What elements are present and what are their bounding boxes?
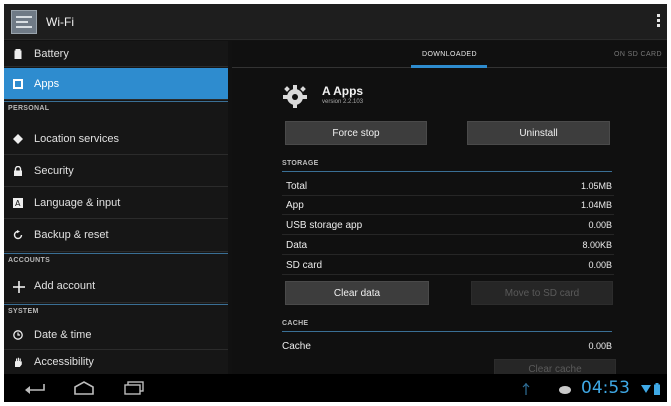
tab-on-sd-card[interactable]: ON SD CARD [614, 51, 662, 58]
section-header-system: SYSTEM [8, 308, 39, 315]
lock-icon [14, 166, 22, 176]
settings-app-icon[interactable] [11, 10, 37, 34]
wifi-icon [641, 385, 651, 393]
move-to-sd-card-button[interactable]: Move to SD card [471, 281, 613, 305]
android-debug-icon [559, 386, 571, 394]
battery-status-icon [654, 383, 660, 395]
back-icon[interactable] [24, 381, 46, 395]
hand-icon [15, 357, 22, 367]
app-version: version 2.2.103 [322, 99, 364, 105]
usb-icon [522, 383, 530, 395]
clock-icon [13, 330, 23, 340]
app-name: A Apps [322, 84, 364, 98]
tab-downloaded[interactable]: DOWNLOADED [422, 51, 477, 58]
overflow-menu-icon[interactable] [655, 14, 661, 30]
app-info-panel: DOWNLOADED ON SD CARD A Apps version 2.2… [232, 41, 667, 379]
cache-row: Cache 0.00B [282, 341, 612, 352]
recent-apps-icon[interactable] [123, 381, 145, 395]
apps-icon [13, 79, 23, 89]
tablet-screen: Wi-Fi Battery Apps PERSONAL Location ser… [4, 4, 667, 402]
sidebar-item-label: Backup & reset [34, 229, 109, 241]
sidebar-item-label: Security [34, 165, 74, 177]
force-stop-button[interactable]: Force stop [285, 121, 427, 145]
sidebar-item-location[interactable]: Location services [4, 124, 228, 155]
sidebar-item-label: Apps [34, 78, 60, 90]
sidebar-item-add-account[interactable]: Add account [4, 271, 228, 303]
system-nav-bar: 04:53 [4, 374, 667, 402]
sidebar-item-apps[interactable]: Apps [4, 68, 228, 100]
action-bar: Wi-Fi [4, 4, 667, 40]
section-header-accounts: ACCOUNTS [8, 257, 51, 264]
sidebar-item-accessibility[interactable]: Accessibility [4, 351, 228, 374]
svg-text:A: A [15, 199, 21, 208]
sidebar-item-date-time[interactable]: Date & time [4, 322, 228, 350]
home-icon[interactable] [72, 381, 96, 395]
sidebar-item-label: Add account [34, 280, 96, 292]
backup-icon [13, 230, 23, 240]
sidebar-item-label: Accessibility [34, 356, 94, 368]
section-header-personal: PERSONAL [8, 105, 50, 112]
sidebar-item-battery[interactable]: Battery [4, 41, 228, 67]
sidebar-item-backup[interactable]: Backup & reset [4, 220, 228, 252]
sidebar-item-security[interactable]: Security [4, 156, 228, 187]
storage-row-app: App 1.04MB [282, 197, 614, 215]
clear-data-button[interactable]: Clear data [285, 281, 429, 305]
storage-row-usb: USB storage app 0.00B [282, 217, 614, 235]
storage-row-sd-card: SD card 0.00B [282, 257, 614, 275]
status-clock: 04:53 [581, 378, 630, 398]
sidebar-item-label: Date & time [34, 329, 92, 341]
storage-row-total: Total 1.05MB [282, 178, 614, 196]
settings-sidebar: Battery Apps PERSONAL Location services … [4, 41, 228, 374]
location-icon [13, 134, 23, 144]
sidebar-item-label: Language & input [34, 197, 121, 209]
plus-icon [13, 281, 25, 293]
window-title: Wi-Fi [46, 15, 74, 29]
storage-header: STORAGE [282, 160, 319, 167]
cache-header: CACHE [282, 320, 309, 327]
keyboard-icon: A [13, 198, 23, 208]
app-gear-icon [283, 85, 307, 108]
battery-icon [14, 49, 22, 59]
storage-row-data: Data 8.00KB [282, 237, 614, 255]
sidebar-item-language[interactable]: A Language & input [4, 188, 228, 219]
uninstall-button[interactable]: Uninstall [467, 121, 610, 145]
sidebar-item-label: Location services [34, 133, 119, 145]
sidebar-item-label: Battery [34, 48, 69, 60]
tab-indicator [411, 65, 487, 68]
